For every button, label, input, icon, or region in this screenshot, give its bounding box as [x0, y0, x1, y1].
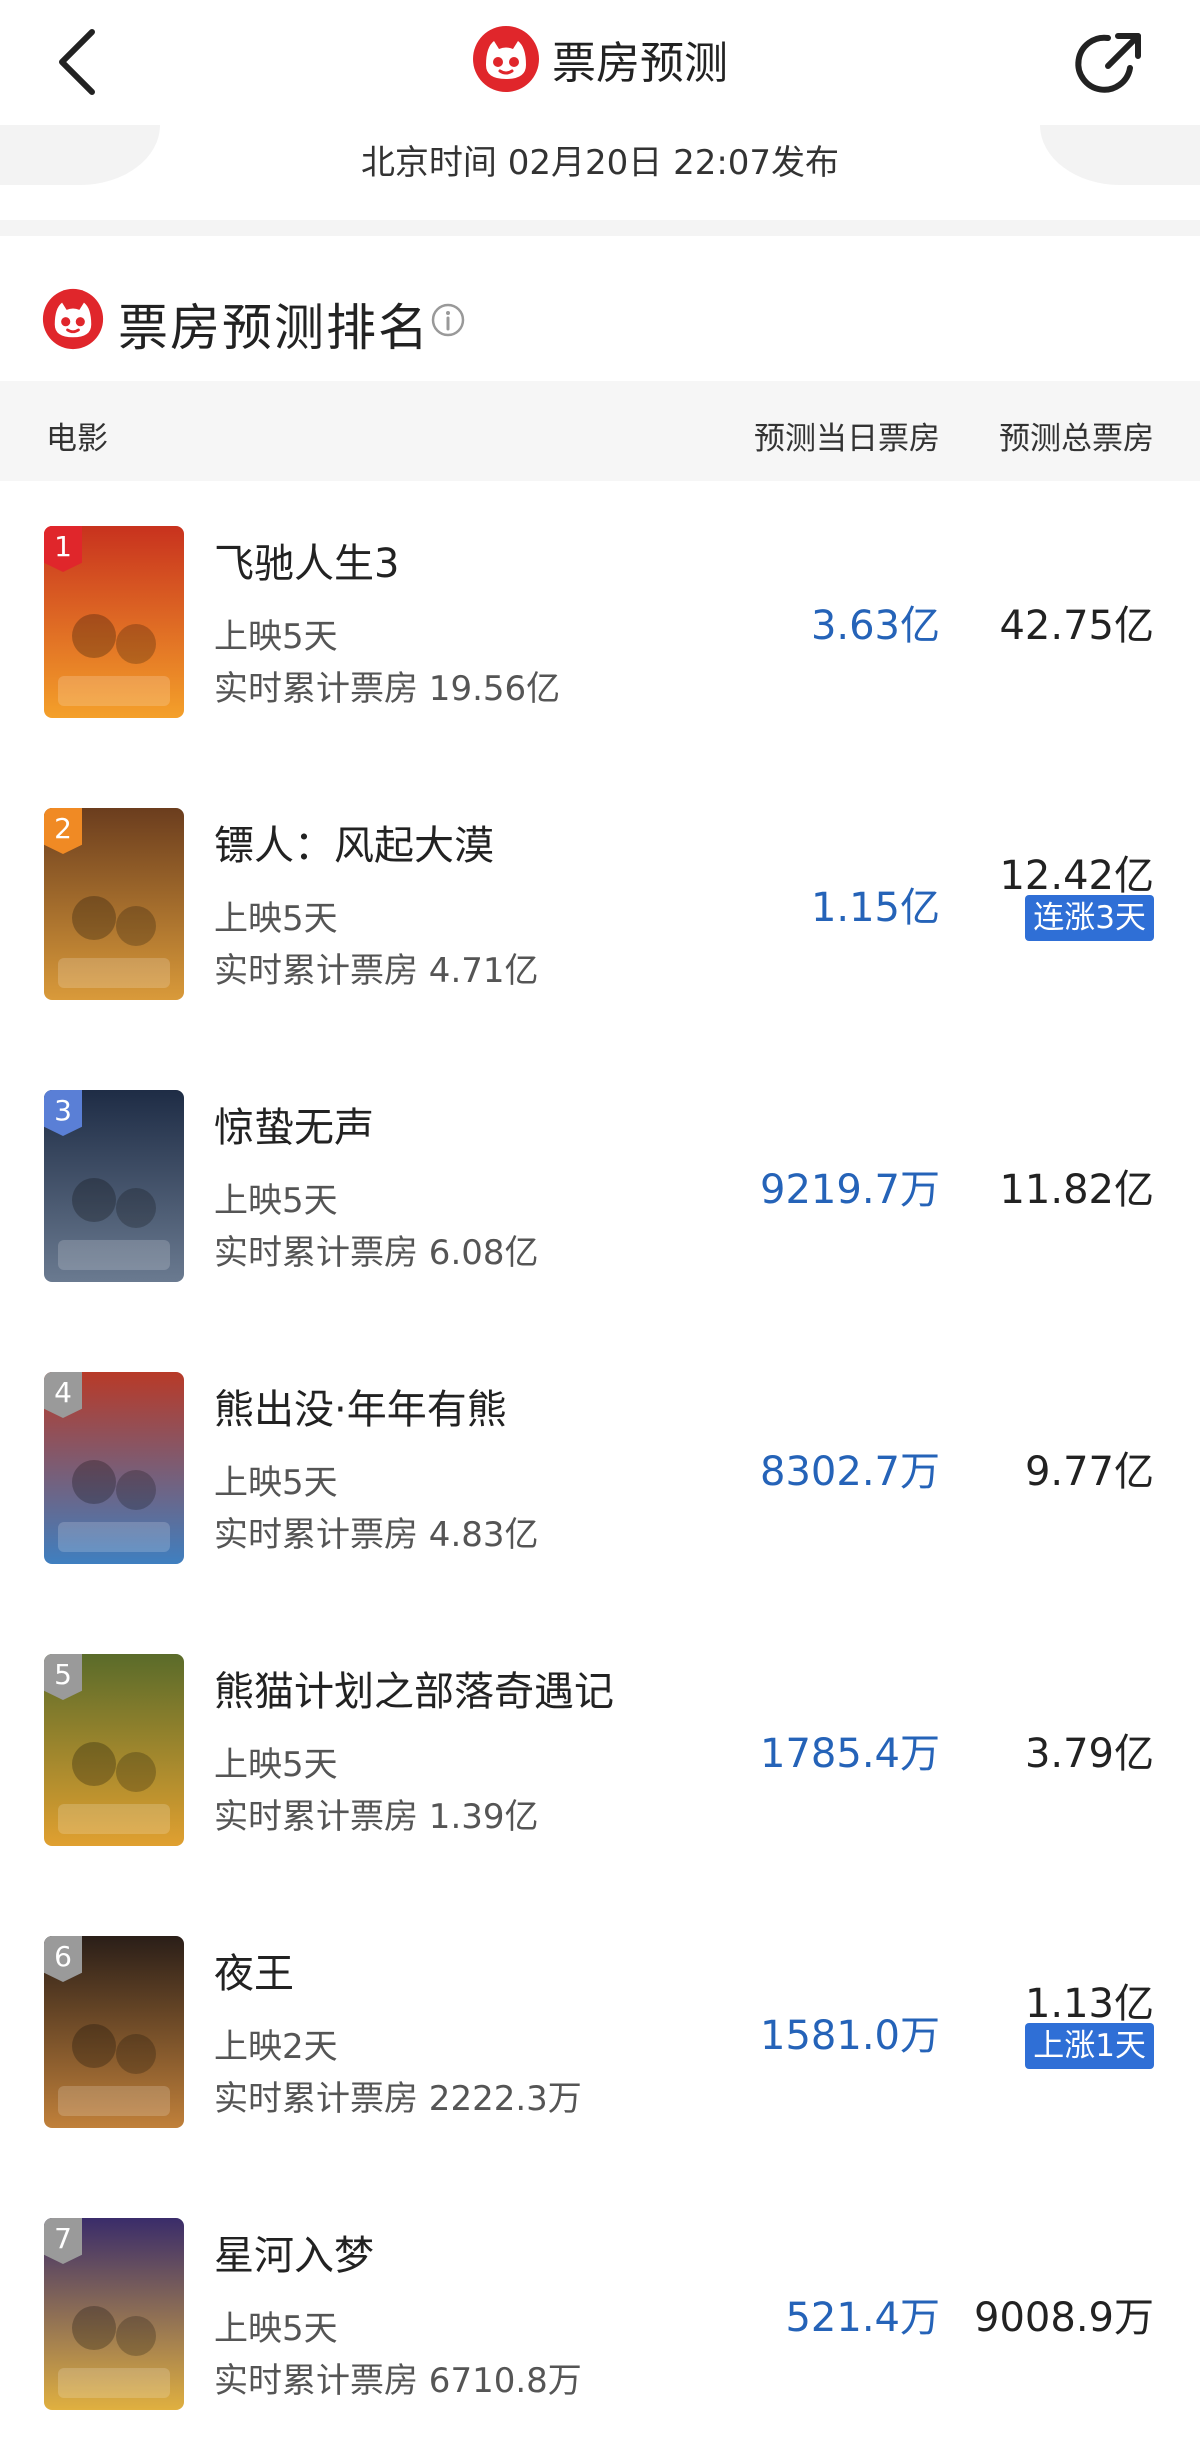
top-bar: 票房预测 — [0, 0, 1200, 125]
section-title: 票房预测排名 — [118, 299, 430, 357]
movie-poster[interactable]: 1 — [44, 526, 184, 718]
predicted-daily-box-office: 1785.4万 — [760, 1731, 940, 1777]
cumulative-box-office: 实时累计票房 2222.3万 — [214, 2079, 582, 2119]
predicted-daily-box-office: 9219.7万 — [760, 1167, 940, 1213]
rank-badge: 5 — [44, 1654, 82, 1700]
column-header-movie: 电影 — [46, 421, 108, 457]
column-header-daily[interactable]: 预测当日票房 — [754, 413, 940, 458]
predicted-total-box-office: 9008.9万 — [974, 2295, 1154, 2341]
table-header: 电影 预测当日票房 预测总票房 — [0, 381, 1200, 481]
rank-badge: 4 — [44, 1372, 82, 1418]
predicted-daily-box-office: 521.4万 — [785, 2295, 940, 2341]
movie-row[interactable]: 7 星河入梦 上映5天 实时累计票房 6710.8万 521.4万 9008.9… — [0, 2173, 1200, 2455]
cumulative-box-office: 实时累计票房 19.56亿 — [214, 669, 561, 709]
movie-title[interactable]: 惊蛰无声 — [214, 1095, 374, 1153]
predicted-daily-box-office: 8302.7万 — [760, 1449, 940, 1495]
predicted-daily-box-office: 1.15亿 — [810, 885, 940, 931]
share-icon[interactable] — [1072, 22, 1152, 102]
title-group: 票房预测 — [0, 24, 1200, 94]
cumulative-box-office: 实时累计票房 4.83亿 — [214, 1515, 539, 1555]
rank-badge: 7 — [44, 2218, 82, 2264]
predicted-daily-box-office: 1581.0万 — [760, 2013, 940, 2059]
divider — [0, 220, 1200, 236]
movie-poster[interactable]: 5 — [44, 1654, 184, 1846]
predicted-daily-box-office: 3.63亿 — [810, 603, 940, 649]
release-days: 上映5天 — [214, 1745, 338, 1785]
trend-badge: 连涨3天 — [1025, 895, 1154, 941]
ranking-list: 1 飞驰人生3 上映5天 实时累计票房 19.56亿 3.63亿 42.75亿 … — [0, 481, 1200, 2455]
column-header-total[interactable]: 预测总票房 — [999, 413, 1154, 458]
section-header: 票房预测排名 — [0, 236, 1200, 381]
rank-badge: 3 — [44, 1090, 82, 1136]
rank-badge: 2 — [44, 808, 82, 854]
movie-row[interactable]: 6 夜王 上映2天 实时累计票房 2222.3万 1581.0万 1.13亿 上… — [0, 1891, 1200, 2173]
predicted-total-box-office: 11.82亿 — [999, 1167, 1154, 1213]
movie-title[interactable]: 星河入梦 — [214, 2223, 374, 2281]
movie-poster[interactable]: 2 — [44, 808, 184, 1000]
publish-time: 北京时间 02月20日 22:07发布 — [360, 143, 840, 183]
publish-time-bar: 北京时间 02月20日 22:07发布 — [0, 125, 1200, 220]
predicted-total-box-office: 42.75亿 — [999, 603, 1154, 649]
release-days: 上映5天 — [214, 899, 338, 939]
movie-poster[interactable]: 6 — [44, 1936, 184, 2128]
trend-badge: 上涨1天 — [1025, 2023, 1154, 2069]
rank-badge: 1 — [44, 526, 82, 572]
release-days: 上映5天 — [214, 617, 338, 657]
movie-row[interactable]: 1 飞驰人生3 上映5天 实时累计票房 19.56亿 3.63亿 42.75亿 — [0, 481, 1200, 763]
maoyan-cat-logo-icon — [42, 288, 104, 350]
predicted-total-box-office: 1.13亿 — [1024, 1981, 1154, 2027]
movie-row[interactable]: 2 镖人：风起大漠 上映5天 实时累计票房 4.71亿 1.15亿 12.42亿… — [0, 763, 1200, 1045]
movie-title[interactable]: 飞驰人生3 — [214, 531, 399, 589]
cumulative-box-office: 实时累计票房 6.08亿 — [214, 1233, 539, 1273]
movie-title[interactable]: 镖人：风起大漠 — [214, 813, 494, 871]
movie-title[interactable]: 熊猫计划之部落奇遇记 — [214, 1659, 614, 1717]
predicted-total-box-office: 3.79亿 — [1024, 1731, 1154, 1777]
movie-poster[interactable]: 4 — [44, 1372, 184, 1564]
cumulative-box-office: 实时累计票房 4.71亿 — [214, 951, 539, 991]
release-days: 上映2天 — [214, 2027, 338, 2067]
page-title: 票房预测 — [552, 38, 728, 89]
movie-title[interactable]: 夜王 — [214, 1941, 294, 1999]
movie-row[interactable]: 5 熊猫计划之部落奇遇记 上映5天 实时累计票房 1.39亿 1785.4万 3… — [0, 1609, 1200, 1891]
movie-title[interactable]: 熊出没·年年有熊 — [214, 1377, 507, 1435]
movie-poster[interactable]: 3 — [44, 1090, 184, 1282]
movie-row[interactable]: 4 熊出没·年年有熊 上映5天 实时累计票房 4.83亿 8302.7万 9.7… — [0, 1327, 1200, 1609]
cumulative-box-office: 实时累计票房 6710.8万 — [214, 2361, 582, 2401]
release-days: 上映5天 — [214, 2309, 338, 2349]
release-days: 上映5天 — [214, 1181, 338, 1221]
rank-badge: 6 — [44, 1936, 82, 1982]
info-icon[interactable] — [430, 302, 466, 338]
predicted-total-box-office: 12.42亿 — [999, 853, 1154, 899]
movie-row[interactable]: 3 惊蛰无声 上映5天 实时累计票房 6.08亿 9219.7万 11.82亿 — [0, 1045, 1200, 1327]
movie-poster[interactable]: 7 — [44, 2218, 184, 2410]
predicted-total-box-office: 9.77亿 — [1024, 1449, 1154, 1495]
release-days: 上映5天 — [214, 1463, 338, 1503]
maoyan-cat-logo-icon — [473, 26, 539, 92]
cumulative-box-office: 实时累计票房 1.39亿 — [214, 1797, 539, 1837]
